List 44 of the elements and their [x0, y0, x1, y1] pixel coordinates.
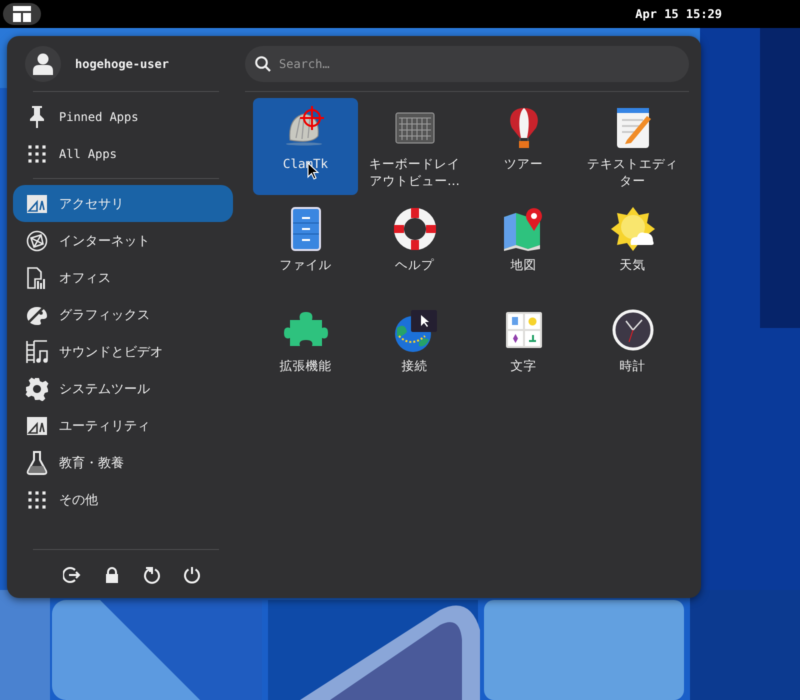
app-tile[interactable]: ツアー — [471, 98, 576, 195]
view-item[interactable]: Pinned Apps — [13, 98, 233, 135]
app-tile[interactable]: キーボードレイアウトビュー… — [362, 98, 467, 195]
category-item[interactable]: オフィス — [13, 259, 233, 296]
pin-icon — [28, 104, 46, 128]
tools-icon — [26, 192, 48, 214]
app-tile[interactable]: ClamTk — [253, 98, 358, 195]
category-item[interactable]: 教育・教養 — [13, 444, 233, 481]
grid-icon — [27, 144, 47, 164]
view-item[interactable]: All Apps — [13, 135, 233, 172]
film-music-icon — [26, 340, 48, 364]
app-tile[interactable]: ファイル — [253, 199, 358, 296]
menu-button[interactable] — [3, 3, 41, 25]
network-globe-icon — [26, 230, 48, 252]
search-field[interactable]: Search… — [245, 46, 689, 82]
layout-icon — [13, 6, 31, 22]
category-item[interactable]: インターネット — [13, 222, 233, 259]
power-button[interactable] — [181, 564, 203, 586]
app-tile[interactable]: 地図 — [471, 199, 576, 296]
category-item[interactable]: アクセサリ — [13, 185, 233, 222]
category-item[interactable]: ユーティリティ — [13, 407, 233, 444]
avatar[interactable] — [25, 46, 61, 82]
user-icon — [33, 52, 53, 74]
user-name: hogehoge-user — [75, 56, 169, 70]
app-tile[interactable]: 時計 — [580, 300, 685, 397]
app-tile[interactable]: 文字 — [471, 300, 576, 397]
app-tile[interactable]: ヘルプ — [362, 199, 467, 296]
app-tile[interactable]: 天気 — [580, 199, 685, 296]
tools-icon — [26, 414, 48, 436]
restart-button[interactable] — [141, 564, 163, 586]
log-out-button[interactable] — [61, 564, 83, 586]
app-tile[interactable]: 拡張機能 — [253, 300, 358, 397]
grid-icon — [27, 490, 47, 510]
gear-icon — [25, 376, 49, 400]
category-item[interactable]: システムツール — [13, 370, 233, 407]
category-item[interactable]: その他 — [13, 481, 233, 518]
sun-cloud-icon — [608, 205, 656, 253]
office-document-icon — [26, 266, 48, 288]
app-tile[interactable]: テキストエディター — [580, 98, 685, 195]
clock: Apr 15 15:29 — [635, 7, 722, 21]
category-item[interactable]: グラフィックス — [13, 296, 233, 333]
flask-icon — [26, 450, 48, 474]
category-item[interactable]: サウンドとビデオ — [13, 333, 233, 370]
app-tile[interactable]: 接続 — [362, 300, 467, 397]
